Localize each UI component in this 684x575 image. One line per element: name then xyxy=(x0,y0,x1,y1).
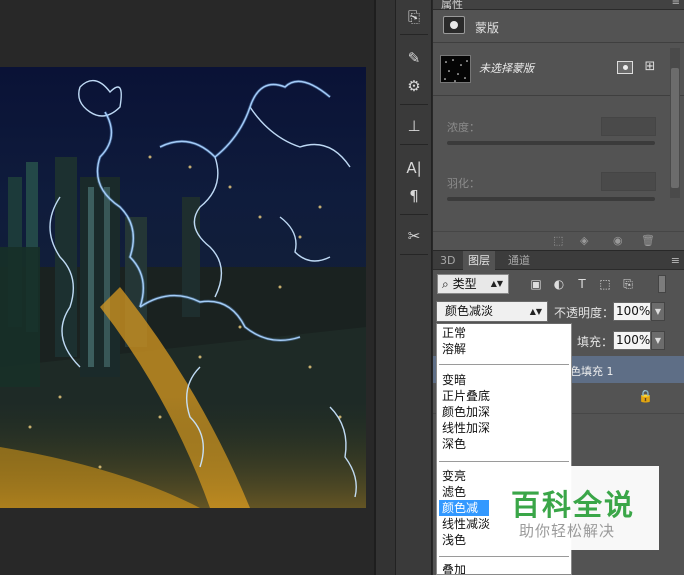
apply-mask-icon[interactable]: ◈ xyxy=(580,234,588,247)
adjustment-filter-icon[interactable]: ◐ xyxy=(551,276,567,292)
blend-option-color-dodge[interactable]: 颜色减淡 xyxy=(439,500,489,531)
mask-status-label: 未选择蒙版 xyxy=(479,62,534,75)
scrollbar-thumb[interactable] xyxy=(671,68,679,188)
blend-mode-value: 颜色减淡 xyxy=(445,304,494,318)
feather-slider[interactable] xyxy=(447,197,655,201)
feather-label: 羽化： xyxy=(447,177,480,190)
icon-separator xyxy=(400,144,428,145)
icon-separator xyxy=(400,254,428,255)
panel-dock-strip xyxy=(376,0,396,575)
tab-layers[interactable]: 图层 xyxy=(463,251,495,270)
tab-3d[interactable]: 3D xyxy=(435,251,460,270)
properties-panel: 属性 ≡ 蒙版 未选择蒙版 ⊞ 浓度： 羽化： ⬚ ◈ ◉ 🗑 xyxy=(433,0,684,250)
smart-object-filter-icon[interactable]: ⎘ xyxy=(620,276,636,292)
opacity-label: 不透明度： xyxy=(554,306,615,320)
blend-option-dissolve[interactable]: 溶解 xyxy=(439,341,569,357)
city-lightning-artwork xyxy=(0,67,366,508)
layer-name: 色填充 1 xyxy=(570,365,614,378)
document-canvas[interactable] xyxy=(0,0,376,575)
density-input[interactable] xyxy=(601,117,656,136)
panel-icon-bar: ⎘ ✎ ⚙ ⊥ A| ¶ ✂ xyxy=(396,0,432,575)
mask-row: 未选择蒙版 ⊞ xyxy=(433,44,684,96)
filter-toggle[interactable] xyxy=(658,275,666,293)
dropdown-separator xyxy=(439,461,569,462)
blend-option-darken[interactable]: 变暗 xyxy=(439,372,569,388)
fill-label: 填充： xyxy=(577,335,614,349)
fill-input[interactable]: 100% xyxy=(613,331,651,350)
feather-input[interactable] xyxy=(601,172,656,191)
properties-title: 蒙版 xyxy=(475,21,500,35)
panel-menu-icon[interactable]: ≡ xyxy=(672,0,680,8)
icon-separator xyxy=(400,104,428,105)
icon-separator xyxy=(400,214,428,215)
character-icon[interactable]: A| xyxy=(400,156,428,180)
canvas-image-city-lightning[interactable] xyxy=(0,67,366,508)
blend-mode-select[interactable]: 颜色减淡 ▲▼ xyxy=(436,301,548,322)
chevron-down-icon: ▲▼ xyxy=(529,307,542,316)
properties-footer: ⬚ ◈ ◉ 🗑 xyxy=(433,231,684,250)
dropdown-separator xyxy=(439,364,569,365)
filter-type-value: 类型 xyxy=(452,277,477,291)
opacity-dropdown-button[interactable]: ▼ xyxy=(651,302,665,321)
watermark-subtitle: 助你轻松解决 xyxy=(519,522,616,540)
properties-header: 蒙版 xyxy=(433,11,684,43)
fill-dropdown-button[interactable]: ▼ xyxy=(651,331,665,350)
paragraph-icon[interactable]: ¶ xyxy=(400,184,428,208)
clone-source-icon[interactable]: ⊥ xyxy=(400,114,428,138)
pixel-mask-icon xyxy=(443,16,465,34)
properties-scrollbar[interactable] xyxy=(670,48,680,198)
mask-thumbnail-art xyxy=(444,59,468,82)
chevron-down-icon: ▲▼ xyxy=(490,279,503,288)
add-pixel-mask-button[interactable] xyxy=(617,61,633,74)
watermark-title: 百科全说 xyxy=(511,488,636,522)
type-filter-icon[interactable]: T xyxy=(574,276,590,292)
shape-filter-icon[interactable]: ⬚ xyxy=(597,276,613,292)
properties-tabbar: 属性 ≡ xyxy=(433,0,684,11)
blend-option-multiply[interactable]: 正片叠底 xyxy=(439,388,569,404)
blend-option-darker-color[interactable]: 深色 xyxy=(439,436,569,452)
tools-icon[interactable]: ✂ xyxy=(400,224,428,248)
blend-option-normal[interactable]: 正常 xyxy=(439,325,569,341)
photoshop-window: ⎘ ✎ ⚙ ⊥ A| ¶ ✂ 属性 ≡ 蒙版 未选择蒙版 ⊞ 浓度： 羽化： ⬚… xyxy=(0,0,684,575)
history-icon[interactable]: ⎘ xyxy=(400,5,428,29)
delete-icon[interactable]: 🗑 xyxy=(641,234,655,247)
opacity-input[interactable]: 100% xyxy=(613,302,651,321)
blend-option-overlay[interactable]: 叠加 xyxy=(439,562,569,574)
blend-option-color-burn[interactable]: 颜色加深 xyxy=(439,404,569,420)
blend-option-linear-burn[interactable]: 线性加深 xyxy=(439,420,569,436)
dropdown-separator xyxy=(439,556,569,557)
adjustments-icon[interactable]: ⚙ xyxy=(400,74,428,98)
layers-tabbar: 3D 图层 通道 ≡ xyxy=(433,251,684,270)
density-slider[interactable] xyxy=(447,141,655,145)
icon-separator xyxy=(400,34,428,35)
brush-presets-icon[interactable]: ✎ xyxy=(400,46,428,70)
layer-filter-row: ⌕ 类型 ▲▼ ▣ ◐ T ⬚ ⎘ xyxy=(433,271,684,297)
filter-type-select[interactable]: ⌕ 类型 ▲▼ xyxy=(437,274,509,294)
pixel-filter-icon[interactable]: ▣ xyxy=(528,276,544,292)
lock-icon: 🔒 xyxy=(638,389,653,403)
add-vector-mask-button[interactable]: ⊞ xyxy=(642,59,658,75)
watermark-logo: 百科全说 助你轻松解决 xyxy=(501,466,659,550)
density-label: 浓度： xyxy=(447,121,480,134)
tab-channels[interactable]: 通道 xyxy=(503,251,535,270)
mask-thumbnail[interactable] xyxy=(440,55,471,83)
visibility-icon[interactable]: ◉ xyxy=(613,234,623,247)
search-icon: ⌕ xyxy=(442,277,449,291)
blend-row: 颜色减淡 ▲▼ 不透明度： 100% ▼ xyxy=(433,299,684,323)
panel-menu-icon[interactable]: ≡ xyxy=(671,251,680,270)
selection-icon[interactable]: ⬚ xyxy=(553,234,563,247)
